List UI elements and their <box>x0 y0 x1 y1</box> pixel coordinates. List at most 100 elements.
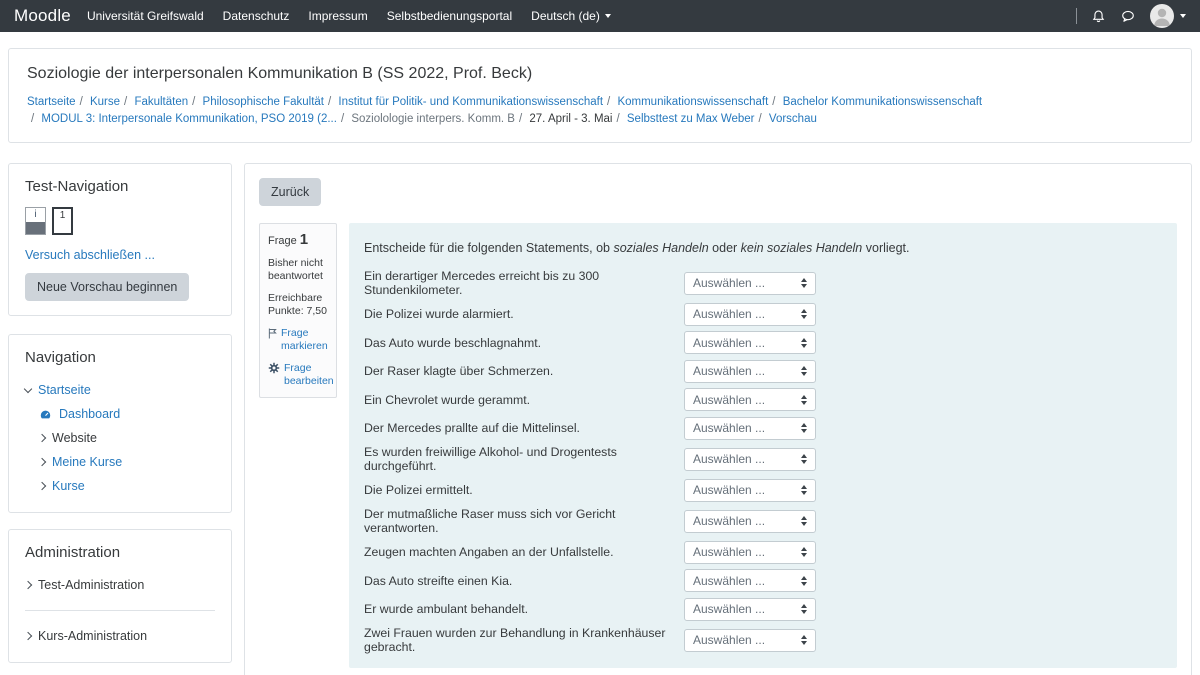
statement-text: Ein derartiger Mercedes erreicht bis zu … <box>364 269 684 297</box>
statement-text: Ein Chevrolet wurde gerammt. <box>364 393 684 407</box>
breadcrumb-modul3[interactable]: MODUL 3: Interpersonale Kommunikation, P… <box>41 113 337 125</box>
nav-link-university[interactable]: Universität Greifswald <box>87 9 204 23</box>
select-placeholder: Auswählen ... <box>693 483 765 497</box>
breadcrumb-bachelor[interactable]: Bachelor Kommunikationswissenschaft <box>783 96 982 108</box>
flag-question-link[interactable]: Frage markieren <box>268 327 328 353</box>
top-navbar: Moodle Universität Greifswald Datenschut… <box>0 0 1200 32</box>
intro-prefix: Entscheide für die folgenden Statements,… <box>364 241 613 255</box>
nav-item-kurse[interactable]: Kurse <box>25 474 215 498</box>
question-nav-info-page[interactable]: i <box>25 207 46 235</box>
statement-row: Ein derartiger Mercedes erreicht bis zu … <box>364 269 1162 297</box>
administration-tree: Test-Administration <box>25 573 215 597</box>
answer-select[interactable]: Auswählen ... <box>684 479 816 502</box>
breadcrumb-vorschau[interactable]: Vorschau <box>769 113 817 125</box>
question-nav-question-1[interactable]: 1 <box>52 207 73 235</box>
chevron-right-icon <box>38 434 46 442</box>
breadcrumb-separator: / <box>324 96 335 108</box>
statement-row: Der Mercedes prallte auf die Mittelinsel… <box>364 417 1162 440</box>
quiz-attempt-card: Zurück Frage1 Bisher nicht beantwortet E… <box>244 163 1192 675</box>
statement-row: Der Raser klagte über Schmerzen. Auswähl… <box>364 360 1162 383</box>
breadcrumb-separator: / <box>27 113 38 125</box>
statement-text: Das Auto wurde beschlagnahmt. <box>364 336 684 350</box>
select-arrows-icon <box>801 278 807 288</box>
new-preview-button[interactable]: Neue Vorschau beginnen <box>25 273 189 301</box>
select-placeholder: Auswählen ... <box>693 336 765 350</box>
breadcrumb-startseite[interactable]: Startseite <box>27 96 76 108</box>
answer-select[interactable]: Auswählen ... <box>684 272 816 295</box>
notifications-bell-icon[interactable] <box>1091 9 1106 24</box>
breadcrumb-kommunikationswissenschaft[interactable]: Kommunikationswissenschaft <box>617 96 768 108</box>
nav-link-impressum[interactable]: Impressum <box>308 9 367 23</box>
breadcrumb-kurse[interactable]: Kurse <box>90 96 120 108</box>
answer-select[interactable]: Auswählen ... <box>684 629 816 652</box>
admin-item-kurs-administration[interactable]: Kurs-Administration <box>25 624 215 648</box>
answer-select[interactable]: Auswählen ... <box>684 510 816 533</box>
navigation-tree: Startseite Dashboard Website Meine Kurse <box>25 378 215 498</box>
statement-text: Der Raser klagte über Schmerzen. <box>364 364 684 378</box>
statement-text: Die Polizei ermittelt. <box>364 483 684 497</box>
nav-item-meine-kurse[interactable]: Meine Kurse <box>25 450 215 474</box>
edit-question-link[interactable]: Frage bearbeiten <box>268 362 334 388</box>
info-page-fill <box>26 222 45 234</box>
select-arrows-icon <box>801 454 807 464</box>
select-arrows-icon <box>801 576 807 586</box>
statement-text: Der Mercedes prallte auf die Mittelinsel… <box>364 421 684 435</box>
chevron-down-icon <box>24 384 32 392</box>
left-sidebar: Test-Navigation i 1 Versuch abschließen … <box>8 163 232 663</box>
nav-item-dashboard[interactable]: Dashboard <box>25 402 215 426</box>
chevron-right-icon <box>38 482 46 490</box>
answer-select[interactable]: Auswählen ... <box>684 417 816 440</box>
user-menu[interactable] <box>1150 4 1186 28</box>
select-placeholder: Auswählen ... <box>693 364 765 378</box>
breadcrumb-fakultaeten[interactable]: Fakultäten <box>134 96 188 108</box>
language-menu[interactable]: Deutsch (de) <box>531 9 611 23</box>
question-1-label: 1 <box>60 210 66 221</box>
quiz-navigation-block: Test-Navigation i 1 Versuch abschließen … <box>8 163 232 316</box>
select-arrows-icon <box>801 604 807 614</box>
answer-select[interactable]: Auswählen ... <box>684 448 816 471</box>
back-button[interactable]: Zurück <box>259 178 321 206</box>
select-arrows-icon <box>801 366 807 376</box>
nav-item-website[interactable]: Website <box>25 426 215 450</box>
nav-item-startseite-label: Startseite <box>38 383 91 397</box>
nav-item-startseite[interactable]: Startseite <box>25 378 215 402</box>
nav-item-dashboard-label: Dashboard <box>59 407 120 421</box>
language-menu-label: Deutsch (de) <box>531 9 600 23</box>
breadcrumb-philosophische-fakultaet[interactable]: Philosophische Fakultät <box>203 96 324 108</box>
navbar-divider <box>1076 8 1077 24</box>
nav-link-selbstbedienungsportal[interactable]: Selbstbedienungsportal <box>387 9 512 23</box>
breadcrumb-separator: / <box>603 96 614 108</box>
finish-attempt-link[interactable]: Versuch abschließen ... <box>25 248 155 262</box>
intro-middle: oder <box>709 241 741 255</box>
select-placeholder: Auswählen ... <box>693 452 765 466</box>
nav-link-datenschutz[interactable]: Datenschutz <box>223 9 290 23</box>
statement-row: Er wurde ambulant behandelt. Auswählen .… <box>364 598 1162 621</box>
answer-select[interactable]: Auswählen ... <box>684 569 816 592</box>
statement-row: Die Polizei wurde alarmiert. Auswählen .… <box>364 303 1162 326</box>
answer-select[interactable]: Auswählen ... <box>684 360 816 383</box>
answer-select[interactable]: Auswählen ... <box>684 331 816 354</box>
question-intro: Entscheide für die folgenden Statements,… <box>364 241 1162 255</box>
answer-select[interactable]: Auswählen ... <box>684 541 816 564</box>
chevron-down-icon <box>1180 14 1186 18</box>
question-layout: Frage1 Bisher nicht beantwortet Erreichb… <box>259 223 1177 668</box>
nav-item-kurse-label: Kurse <box>52 479 85 493</box>
breadcrumb-quiz[interactable]: Selbsttest zu Max Weber <box>627 113 755 125</box>
answer-select[interactable]: Auswählen ... <box>684 388 816 411</box>
statement-row: Die Polizei ermittelt. Auswählen ... <box>364 479 1162 502</box>
flag-icon <box>268 328 277 339</box>
chevron-down-icon <box>605 14 611 18</box>
select-placeholder: Auswählen ... <box>693 276 765 290</box>
main-region: Zurück Frage1 Bisher nicht beantwortet E… <box>244 163 1192 675</box>
admin-item-test-administration[interactable]: Test-Administration <box>25 573 215 597</box>
select-placeholder: Auswählen ... <box>693 602 765 616</box>
intro-italic-2: kein soziales Handeln <box>741 241 863 255</box>
answer-select[interactable]: Auswählen ... <box>684 598 816 621</box>
messages-chat-icon[interactable] <box>1120 9 1136 24</box>
select-arrows-icon <box>801 485 807 495</box>
breadcrumb-institut[interactable]: Institut für Politik- und Kommunikations… <box>338 96 603 108</box>
answer-select[interactable]: Auswählen ... <box>684 303 816 326</box>
statement-row: Ein Chevrolet wurde gerammt. Auswählen .… <box>364 388 1162 411</box>
moodle-logo[interactable]: Moodle <box>14 6 71 26</box>
statement-text: Zwei Frauen wurden zur Behandlung in Kra… <box>364 626 684 654</box>
